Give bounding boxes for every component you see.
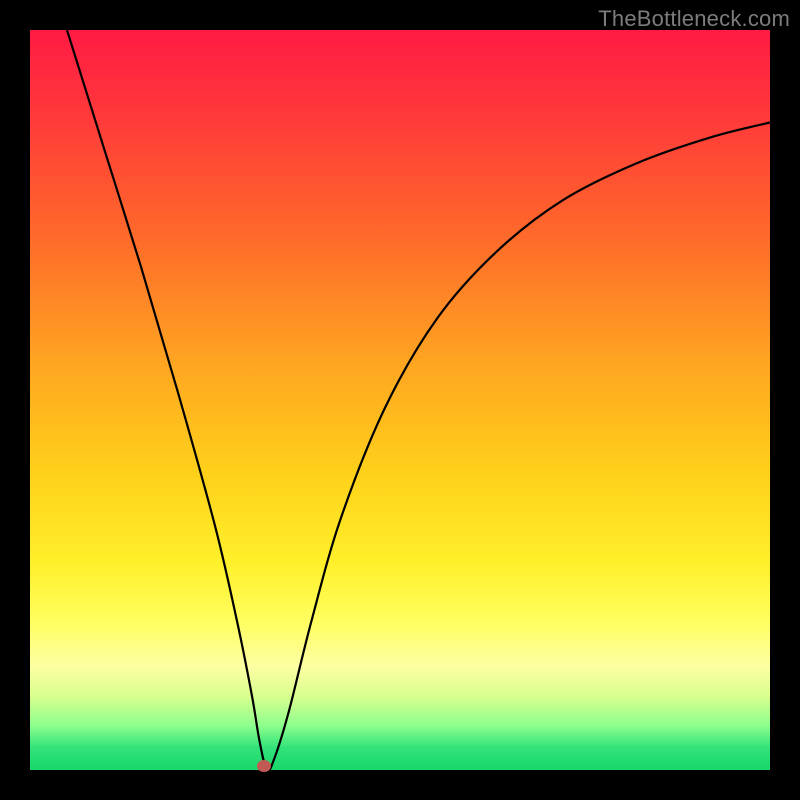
plot-area bbox=[30, 30, 770, 770]
bottleneck-curve bbox=[30, 30, 770, 770]
optimal-point-marker bbox=[257, 760, 271, 772]
chart-frame: TheBottleneck.com bbox=[0, 0, 800, 800]
watermark-text: TheBottleneck.com bbox=[598, 6, 790, 32]
